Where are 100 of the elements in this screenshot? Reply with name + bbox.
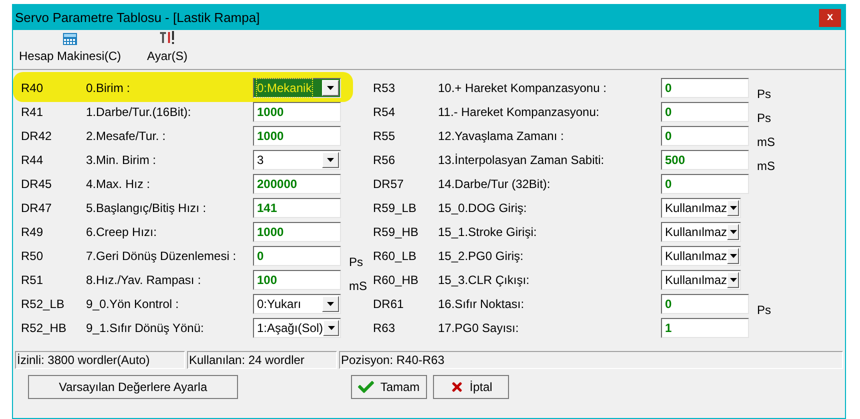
caret-icon bbox=[327, 302, 334, 306]
parameter-label: 9_0.Yön Kontrol : bbox=[86, 296, 180, 313]
cross-icon bbox=[450, 380, 464, 394]
parameter-label: 0.Birim : bbox=[86, 80, 132, 97]
dropdown-field[interactable]: 1:Aşağı(Sol) bbox=[253, 318, 341, 338]
register-label: R60_HB bbox=[373, 272, 420, 289]
parameter-label: 11.- Hareket Kompanzasyonu: bbox=[438, 104, 600, 121]
toolbar-button[interactable]: Hesap Makinesi(C) bbox=[19, 33, 122, 65]
parameter-label: 4.Max. Hız : bbox=[86, 176, 152, 193]
dropdown-field[interactable]: Kullanılmaz bbox=[661, 222, 741, 242]
cancel-button[interactable]: İptal bbox=[433, 375, 509, 399]
parameter-label: 5.Başlangıç/Bitiş Hızı : bbox=[86, 200, 208, 217]
number-field[interactable]: 0 bbox=[661, 126, 749, 146]
number-field[interactable]: 0 bbox=[661, 102, 749, 122]
number-field[interactable]: 141 bbox=[253, 198, 341, 218]
parameter-label: 12.Yavaşlama Zamanı : bbox=[438, 128, 565, 145]
parameter-label: 16.Sıfır Noktası: bbox=[438, 296, 526, 313]
dropdown-button[interactable] bbox=[727, 272, 739, 288]
parameter-label: 10.+ Hareket Kompanzasyonu : bbox=[438, 80, 608, 97]
register-label: DR45 bbox=[21, 176, 53, 193]
caret-icon bbox=[730, 254, 737, 258]
register-label: R50 bbox=[21, 248, 44, 265]
register-label: DR61 bbox=[373, 296, 405, 313]
unit-label: mS bbox=[757, 134, 775, 151]
caret-icon bbox=[730, 206, 737, 210]
register-label: DR57 bbox=[373, 176, 405, 193]
unit-label: Ps bbox=[757, 302, 772, 319]
dropdown-field[interactable]: Kullanılmaz bbox=[661, 246, 741, 266]
caret-icon bbox=[327, 158, 334, 162]
reset-button[interactable]: Varsayılan Değerlere Ayarla bbox=[28, 375, 238, 399]
dropdown-field[interactable]: 0:Mekanik bbox=[253, 78, 341, 98]
register-label: R53 bbox=[373, 80, 396, 97]
register-label: R51 bbox=[21, 272, 44, 289]
parameter-label: 13.İnterpolasyan Zaman Sabiti: bbox=[438, 152, 606, 169]
ok-button[interactable]: Tamam bbox=[351, 375, 427, 399]
register-label: R52_LB bbox=[21, 296, 66, 313]
close-button[interactable]: x bbox=[819, 8, 841, 26]
parameter-label: 1.Darbe/Tur.(16Bit): bbox=[86, 104, 192, 121]
parameter-label: 15_2.PG0 Giriş: bbox=[438, 248, 524, 265]
parameter-label: 3.Min. Birim : bbox=[86, 152, 158, 169]
register-label: DR42 bbox=[21, 128, 53, 145]
register-label: R59_HB bbox=[373, 224, 420, 241]
dropdown-button[interactable] bbox=[727, 224, 739, 240]
register-label: R56 bbox=[373, 152, 396, 169]
dropdown-field[interactable]: Kullanılmaz bbox=[661, 198, 741, 218]
parameter-label: 6.Creep Hızı: bbox=[86, 224, 158, 241]
caret-icon bbox=[730, 278, 737, 282]
unit-label: mS bbox=[349, 278, 367, 295]
number-field[interactable]: 1000 bbox=[253, 222, 341, 242]
register-label: R49 bbox=[21, 224, 44, 241]
parameter-label: 7.Geri Dönüş Düzenlemesi : bbox=[86, 248, 238, 265]
dropdown-field[interactable]: 0:Yukarı bbox=[253, 294, 341, 314]
number-field[interactable]: 0 bbox=[253, 246, 341, 266]
register-label: R41 bbox=[21, 104, 44, 121]
number-field[interactable]: 1000 bbox=[253, 126, 341, 146]
register-label: R63 bbox=[373, 320, 396, 337]
status-field: İzinli: 3800 wordler(Auto) bbox=[15, 351, 185, 369]
status-field: Pozisyon: R40-R63 bbox=[339, 351, 843, 369]
caret-icon bbox=[328, 326, 335, 330]
dropdown-button[interactable] bbox=[322, 80, 339, 96]
number-field[interactable]: 100 bbox=[253, 270, 341, 290]
dropdown-button[interactable] bbox=[323, 320, 339, 336]
number-field[interactable]: 1 bbox=[661, 318, 749, 338]
register-label: R54 bbox=[373, 104, 396, 121]
parameter-label: 17.PG0 Sayısı: bbox=[438, 320, 520, 337]
caret-icon bbox=[327, 86, 334, 90]
calculator-icon bbox=[63, 33, 78, 45]
unit-label: Ps bbox=[349, 254, 364, 271]
parameter-label: 15_3.CLR Çıkışı: bbox=[438, 272, 530, 289]
number-field[interactable]: 0 bbox=[661, 174, 749, 194]
status-field: Kullanılan: 24 wordler bbox=[187, 351, 337, 369]
dropdown-button[interactable] bbox=[727, 200, 739, 216]
unit-label: Ps bbox=[757, 110, 772, 127]
parameter-label: 2.Mesafe/Tur. : bbox=[86, 128, 167, 145]
dropdown-button[interactable] bbox=[322, 296, 339, 312]
number-field[interactable]: 500 bbox=[661, 150, 749, 170]
dropdown-field[interactable]: Kullanılmaz bbox=[661, 270, 741, 290]
parameter-label: 15_0.DOG Giriş: bbox=[438, 200, 528, 217]
checkmark-icon bbox=[358, 379, 374, 395]
register-label: R40 bbox=[21, 80, 44, 97]
parameter-label: 15_1.Stroke Girişi: bbox=[438, 224, 538, 241]
register-label: R52_HB bbox=[21, 320, 68, 337]
toolbar-button[interactable]: Ayar(S) bbox=[147, 31, 188, 65]
parameter-label: 9_1.Sıfır Dönüş Yönü: bbox=[86, 320, 205, 337]
dropdown-field[interactable]: 3 bbox=[253, 150, 341, 170]
register-label: DR47 bbox=[21, 200, 53, 217]
window-title: Servo Parametre Tablosu - [Lastik Rampa] bbox=[15, 8, 260, 27]
number-field[interactable]: 0 bbox=[661, 78, 749, 98]
register-label: R59_LB bbox=[373, 200, 418, 217]
number-field[interactable]: 200000 bbox=[253, 174, 341, 194]
dropdown-button[interactable] bbox=[727, 248, 739, 264]
parameter-label: 8.Hız./Yav. Rampası : bbox=[86, 272, 202, 289]
dropdown-button[interactable] bbox=[322, 152, 339, 168]
parameter-label: 14.Darbe/Tur (32Bit): bbox=[438, 176, 552, 193]
register-label: R60_LB bbox=[373, 248, 418, 265]
unit-label: Ps bbox=[757, 86, 772, 103]
register-label: R55 bbox=[373, 128, 396, 145]
unit-label: mS bbox=[757, 158, 775, 175]
number-field[interactable]: 1000 bbox=[253, 102, 341, 122]
number-field[interactable]: 0 bbox=[661, 294, 749, 314]
